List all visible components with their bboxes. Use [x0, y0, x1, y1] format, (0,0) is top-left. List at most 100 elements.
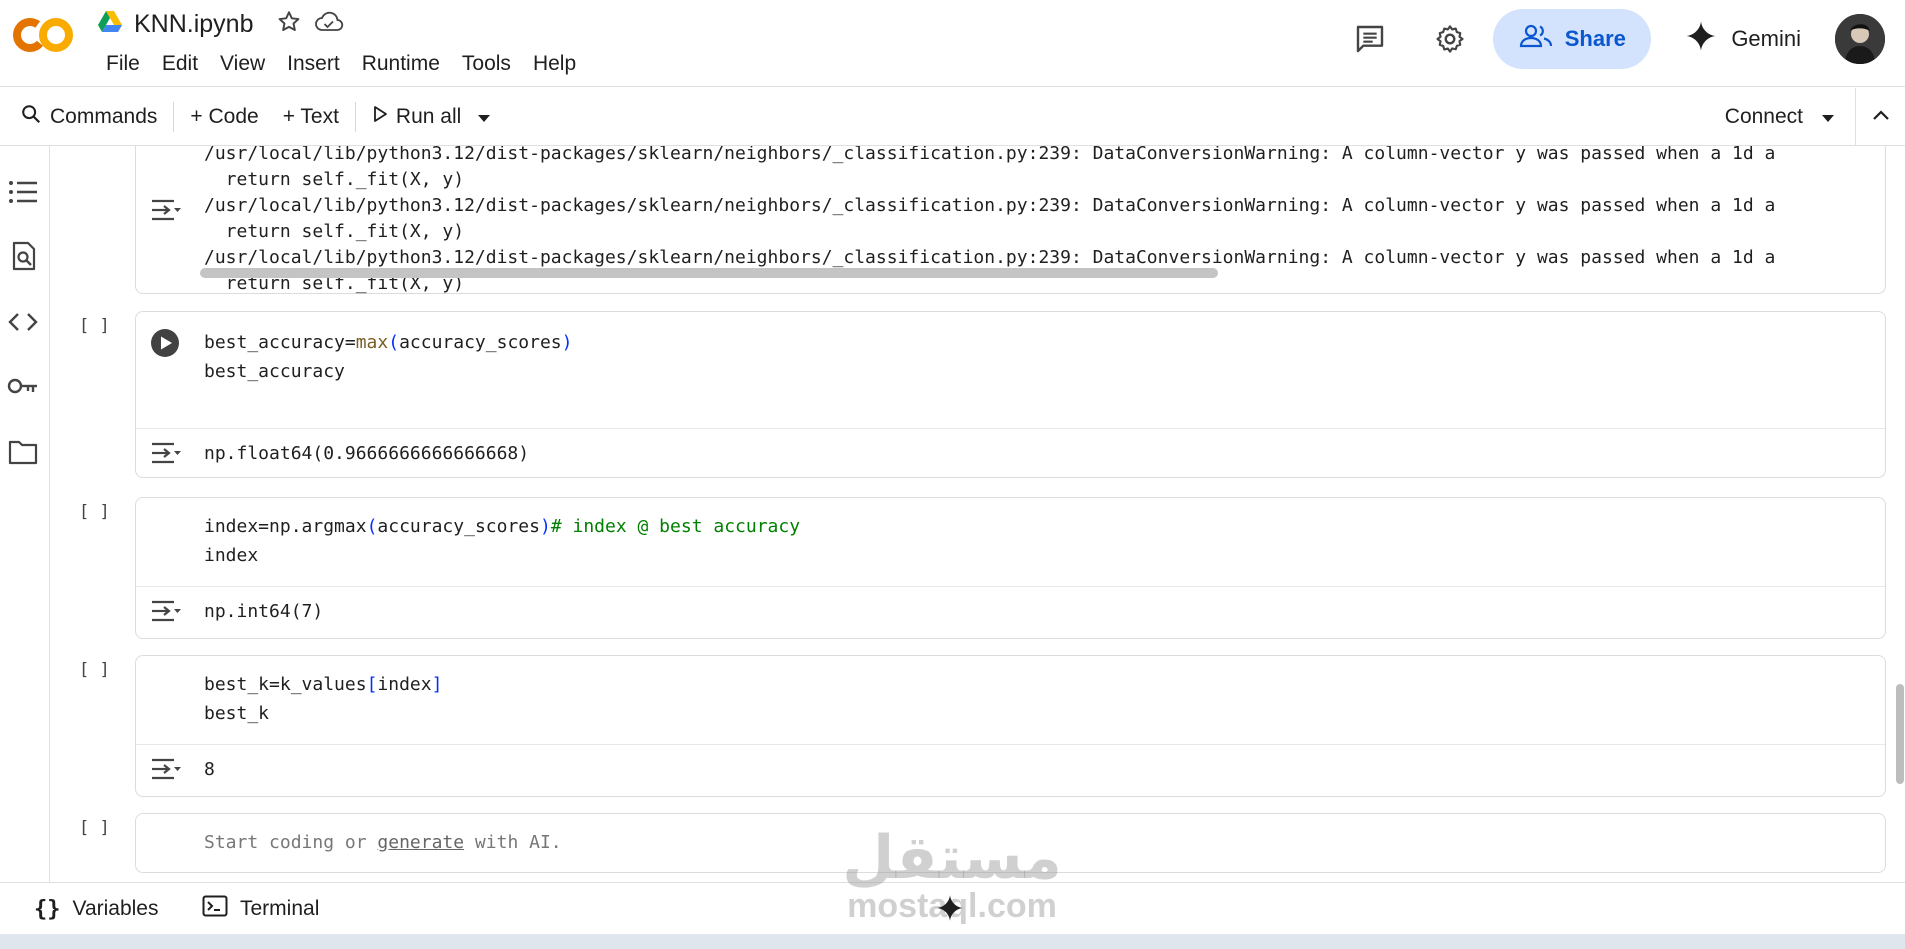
cell-output-text: np.float64(0.9666666666666668) [204, 443, 530, 464]
left-sidebar [0, 146, 50, 882]
menu-insert[interactable]: Insert [279, 50, 348, 78]
find-replace-icon[interactable] [5, 238, 41, 274]
output-line: /usr/local/lib/python3.12/dist-packages/… [204, 146, 1776, 164]
gemini-button[interactable]: Gemini [1671, 9, 1815, 69]
caret-down-icon [477, 105, 491, 129]
cell-placeholder: Start coding or generate with AI. [204, 832, 562, 853]
output-line: return self._fit(X, y) [204, 221, 465, 242]
code-token: index [377, 674, 432, 695]
code-line: best_accuracy [204, 361, 345, 382]
add-code-button[interactable]: + Code [178, 99, 270, 135]
app-header: KNN.ipynb File Edit View Insert Runtime … [0, 0, 1905, 87]
output-toggle-icon[interactable] [150, 756, 182, 782]
run-all-dropdown[interactable] [473, 99, 503, 135]
cell-execution-count: [ ] [79, 316, 110, 336]
menu-file[interactable]: File [98, 50, 148, 78]
sparkle-icon [936, 894, 964, 922]
braces-icon: {} [34, 896, 61, 922]
menu-help[interactable]: Help [525, 50, 584, 78]
table-of-contents-icon[interactable] [5, 174, 41, 210]
run-cell-button[interactable] [150, 328, 180, 358]
settings-gear-icon[interactable] [1427, 16, 1473, 62]
add-code-label: + Code [190, 105, 259, 128]
toolbar-left: Commands + Code + Text Run all [8, 88, 503, 146]
output-line: return self._fit(X, y) [204, 169, 465, 190]
share-label: Share [1564, 26, 1626, 51]
colab-logo[interactable] [12, 16, 74, 54]
menu-tools[interactable]: Tools [454, 50, 519, 78]
user-avatar[interactable] [1835, 14, 1885, 64]
paren-token: ] [431, 674, 443, 695]
menu-view[interactable]: View [212, 50, 273, 78]
output-line: /usr/local/lib/python3.12/dist-packages/… [204, 195, 1776, 216]
output-toggle-icon[interactable] [150, 440, 182, 466]
cell-output-text: 8 [204, 759, 215, 780]
code-cell[interactable]: index=np.argmax(accuracy_scores)# index … [135, 497, 1886, 639]
header-actions: Share Gemini [1347, 8, 1885, 70]
paren-token: [ [366, 674, 378, 695]
watermark-arabic: مستقل [842, 823, 1062, 893]
code-line: index=np.argmax(accuracy_scores)# index … [204, 516, 800, 537]
cell-execution-count: [ ] [79, 660, 110, 680]
code-line: best_k [204, 703, 270, 724]
generate-link[interactable]: generate [377, 832, 464, 853]
paren-token: ) [561, 332, 573, 353]
comments-icon[interactable] [1347, 16, 1393, 62]
variables-button[interactable]: {} Variables [34, 883, 159, 935]
notebook-content[interactable]: /usr/local/lib/python3.12/dist-packages/… [51, 146, 1905, 882]
add-text-button[interactable]: + Text [271, 99, 351, 135]
run-all-label: Run all [395, 105, 462, 128]
code-snippets-icon[interactable] [5, 304, 41, 340]
menu-runtime[interactable]: Runtime [354, 50, 448, 78]
files-folder-icon[interactable] [5, 434, 41, 470]
code-token: index=np.argmax [204, 516, 367, 537]
code-cell[interactable]: best_accuracy=max(accuracy_scores) best_… [135, 311, 1886, 478]
code-line: index [204, 545, 259, 566]
caret-down-icon[interactable] [1821, 105, 1835, 129]
secrets-key-icon[interactable] [5, 368, 41, 404]
paren-token: ( [388, 332, 400, 353]
output-line: /usr/local/lib/python3.12/dist-packages/… [204, 247, 1776, 268]
output-horizontal-scrollbar[interactable] [200, 268, 1218, 278]
output-toggle-icon[interactable] [150, 197, 182, 223]
cloud-saved-icon[interactable] [314, 9, 344, 40]
terminal-label: Terminal [240, 897, 320, 920]
code-token: best_accuracy= [204, 332, 356, 353]
title-row: KNN.ipynb [98, 8, 344, 40]
placeholder-text: Start coding or [204, 832, 378, 853]
toolbar-divider [173, 102, 175, 132]
output-toggle-icon[interactable] [150, 598, 182, 624]
cell-output-text: np.int64(7) [204, 601, 324, 622]
collapse-header-button[interactable] [1855, 88, 1905, 146]
os-taskbar [0, 934, 1905, 949]
toolbar-divider [354, 102, 356, 132]
run-all-button[interactable]: Run all [360, 99, 473, 135]
code-line: best_accuracy=max(accuracy_scores) [204, 332, 572, 353]
code-cell[interactable]: best_k=k_values[index] best_k 8 [135, 655, 1886, 797]
star-icon[interactable] [276, 9, 302, 40]
placeholder-text: with AI. [464, 832, 562, 853]
commands-button[interactable]: Commands [8, 97, 169, 137]
people-icon [1519, 24, 1553, 54]
notebook-title[interactable]: KNN.ipynb [134, 10, 254, 39]
output-divider [136, 744, 1885, 745]
connect-button[interactable]: Connect [1713, 99, 1855, 135]
cell-execution-count: [ ] [79, 818, 110, 838]
builtin-token: max [355, 332, 389, 353]
menu-bar: File Edit View Insert Runtime Tools Help [98, 50, 584, 78]
terminal-button[interactable]: Terminal [202, 883, 319, 935]
connect-label: Connect [1724, 105, 1803, 128]
cell-execution-count: [ ] [79, 502, 110, 522]
menu-edit[interactable]: Edit [154, 50, 206, 78]
play-outline-icon [372, 105, 388, 129]
share-button[interactable]: Share [1493, 9, 1652, 69]
add-text-label: + Text [282, 105, 339, 128]
notebook-vertical-scrollbar[interactable] [1896, 684, 1904, 784]
gemini-label: Gemini [1731, 26, 1801, 51]
search-icon [20, 103, 42, 131]
drive-icon [98, 10, 122, 38]
code-line: best_k=k_values[index] [204, 674, 442, 695]
output-divider [136, 428, 1885, 429]
chevron-up-icon [1872, 108, 1890, 126]
previous-cell-output: /usr/local/lib/python3.12/dist-packages/… [135, 146, 1886, 294]
